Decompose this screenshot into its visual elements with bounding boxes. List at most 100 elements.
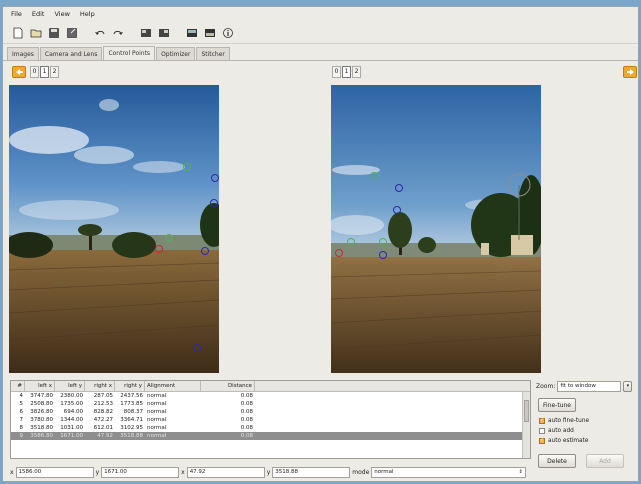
save-icon[interactable]	[47, 26, 61, 40]
control-points-table: # left x left y right x right y Alignmen…	[10, 380, 531, 459]
checkbox-checked-icon: ✓	[539, 437, 545, 444]
col-alignment[interactable]: Alignment	[145, 381, 201, 391]
next-image-button[interactable]	[623, 66, 637, 78]
updown-icon: ⇕	[518, 468, 523, 475]
cell-left-y: 1344.00	[60, 417, 83, 423]
save-as-icon[interactable]	[65, 26, 79, 40]
left-image-pane[interactable]	[9, 85, 219, 373]
tab-control-points[interactable]: Control Points	[103, 46, 156, 60]
left-y-field[interactable]: 1671.00	[101, 466, 180, 478]
auto-estimate-label: auto estimate	[548, 437, 589, 444]
prev-image-button[interactable]	[12, 66, 26, 78]
fine-tune-button[interactable]: Fine-tune	[538, 398, 576, 412]
menu-file[interactable]: File	[11, 10, 22, 18]
zoom-dropdown-button[interactable]: ▾	[623, 380, 633, 392]
tab-optimizer[interactable]: Optimizer	[156, 47, 196, 60]
col-left-y[interactable]: left y	[55, 381, 85, 391]
cell-distance: 0.08	[240, 409, 253, 415]
cell-distance: 0.08	[240, 425, 253, 431]
mode-value: normal	[374, 468, 394, 475]
right-image-pane[interactable]	[331, 85, 541, 373]
col-index[interactable]: #	[11, 381, 25, 391]
cell-index: 8	[19, 425, 24, 431]
mode-select[interactable]: normal ⇕	[371, 466, 527, 478]
right-y-field[interactable]: 3518.88	[272, 466, 351, 478]
table-row[interactable]: 4 3747.80 2380.00 287.05 2437.56 normal 0.08	[11, 392, 530, 400]
tab-images[interactable]: Images	[7, 47, 39, 60]
hugin-window: File Edit View Help Images Camera and Le…	[2, 6, 639, 482]
tab-stitcher[interactable]: Stitcher	[196, 47, 230, 60]
auto-fine-tune-checkbox[interactable]: ✓ auto fine-tune	[539, 416, 638, 425]
col-right-x[interactable]: right x	[85, 381, 115, 391]
col-distance[interactable]: Distance	[201, 381, 255, 391]
menu-view[interactable]: View	[54, 10, 69, 18]
cell-right-x: 212.53	[93, 401, 113, 407]
left-image-tab-2[interactable]: 2	[50, 66, 59, 78]
menu-edit[interactable]: Edit	[32, 10, 45, 18]
cell-index: 5	[19, 401, 24, 407]
left-image-tab-0[interactable]: 0	[30, 66, 39, 78]
toolbar	[3, 22, 638, 44]
redo-icon[interactable]	[111, 26, 125, 40]
cell-right-x: 287.05	[93, 393, 113, 399]
cell-right-y: 2437.56	[120, 393, 143, 399]
tab-camera-lens[interactable]: Camera and Lens	[39, 47, 103, 60]
optimize-icon[interactable]	[139, 26, 153, 40]
y-label: y	[95, 468, 100, 476]
cell-alignment: normal	[147, 425, 167, 431]
main-tabs: Images Camera and Lens Control Points Op…	[7, 46, 231, 60]
cell-alignment: normal	[147, 401, 167, 407]
auto-add-label: auto add	[548, 427, 574, 434]
cell-alignment: normal	[147, 433, 167, 439]
control-panel: Zoom: fit to window ▾ Fine-tune ✓ auto f…	[536, 380, 638, 480]
stitch-icon[interactable]	[157, 26, 171, 40]
auto-add-checkbox[interactable]: auto add	[539, 426, 638, 435]
left-x-field[interactable]: 1586.00	[15, 466, 94, 478]
cell-distance: 0.08	[240, 433, 253, 439]
table-scrollbar[interactable]	[522, 392, 530, 458]
auto-estimate-checkbox[interactable]: ✓ auto estimate	[539, 436, 638, 445]
info-icon[interactable]	[221, 26, 235, 40]
preview-icon[interactable]	[185, 26, 199, 40]
right-x-field[interactable]: 47.92	[186, 466, 265, 478]
right-image-tab-0[interactable]: 0	[332, 66, 341, 78]
right-image-tab-2[interactable]: 2	[352, 66, 361, 78]
x2-label: x	[181, 468, 185, 476]
menu-help[interactable]: Help	[80, 10, 95, 18]
col-left-x[interactable]: left x	[25, 381, 55, 391]
table-row[interactable]: 6 3826.80 694.00 828.82 808.37 normal 0.08	[11, 408, 530, 416]
left-image-tab-1[interactable]: 1	[40, 66, 49, 78]
table-body: 4 3747.80 2380.00 287.05 2437.56 normal 0.08 5 2…	[11, 392, 530, 440]
cell-right-y: 3102.95	[120, 425, 143, 431]
cell-alignment: normal	[147, 417, 167, 423]
cell-left-x: 3518.80	[30, 425, 53, 431]
scrollbar-thumb[interactable]	[524, 400, 529, 422]
table-row[interactable]: 8 3518.80 1031.00 612.01 3102.95 normal 0.08	[11, 424, 530, 432]
zoom-label: Zoom:	[536, 382, 556, 390]
arrow-left-icon	[15, 69, 23, 75]
cell-index: 4	[19, 393, 24, 399]
cell-left-y: 1671.00	[60, 433, 83, 439]
table-row[interactable]: 9 3586.80 1671.00 47.92 3518.88 normal 0.08	[11, 432, 530, 440]
delete-button[interactable]: Delete	[538, 454, 576, 468]
cell-right-x: 612.01	[93, 425, 113, 431]
mode-label: mode	[352, 468, 370, 476]
fast-preview-icon[interactable]	[203, 26, 217, 40]
table-row[interactable]: 5 2508.80 1735.00 212.53 1773.85 normal 0.08	[11, 400, 530, 408]
table-header: # left x left y right x right y Alignmen…	[11, 381, 530, 392]
open-icon[interactable]	[29, 26, 43, 40]
cell-left-y: 1031.00	[60, 425, 83, 431]
add-button[interactable]: Add	[586, 454, 624, 468]
cell-left-x: 3586.80	[30, 433, 53, 439]
chevron-down-icon: ▾	[626, 383, 630, 389]
col-right-y[interactable]: right y	[115, 381, 145, 391]
cell-distance: 0.08	[240, 401, 253, 407]
cell-distance: 0.08	[240, 393, 253, 399]
right-image-tab-1[interactable]: 1	[342, 66, 351, 78]
table-row[interactable]: 7 3780.80 1344.00 472.27 3364.71 normal 0.08	[11, 416, 530, 424]
new-icon[interactable]	[11, 26, 25, 40]
zoom-value: fit to window	[560, 382, 596, 389]
undo-icon[interactable]	[93, 26, 107, 40]
zoom-row: Zoom: fit to window ▾	[536, 380, 638, 392]
zoom-select[interactable]: fit to window	[557, 380, 622, 392]
